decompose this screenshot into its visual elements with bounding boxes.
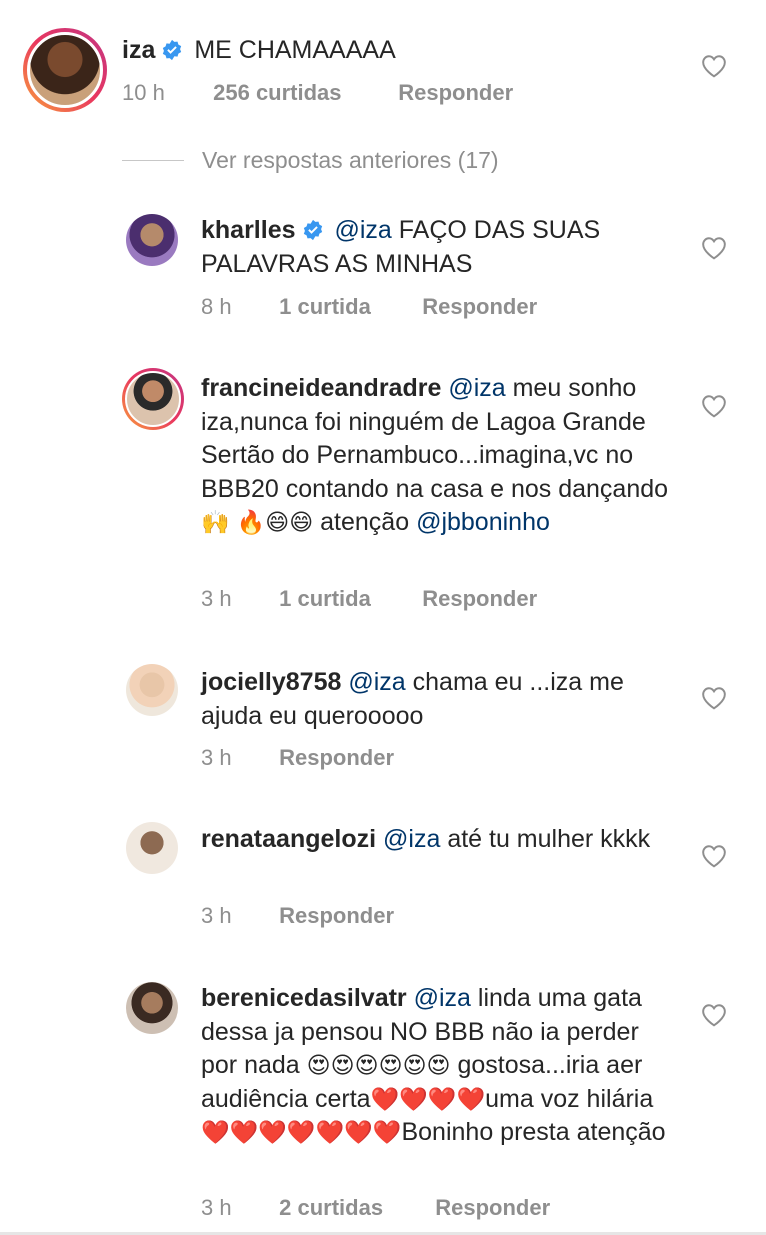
- emoji: ❤️❤️❤️❤️: [370, 1085, 486, 1112]
- comment-meta: 3 h 1 curtida Responder: [201, 586, 537, 612]
- comment-text: atenção: [320, 508, 410, 536]
- reply-button[interactable]: Responder: [422, 586, 537, 612]
- avatar[interactable]: [126, 982, 178, 1034]
- divider: [122, 159, 184, 161]
- comment-meta: 3 h Responder: [201, 903, 394, 929]
- comments-screen: iza ME CHAMAAAAA 10 h 256 curtidas Respo…: [0, 0, 766, 1235]
- username[interactable]: renataangelozi: [201, 825, 376, 853]
- emoji: 🔥😄😄: [236, 509, 314, 535]
- username[interactable]: jocielly8758: [201, 668, 341, 696]
- mention-link[interactable]: @iza: [383, 825, 440, 853]
- emoji: ❤️❤️❤️❤️❤️❤️❤️: [201, 1119, 402, 1145]
- username[interactable]: francineideandradre: [201, 374, 441, 402]
- likes-count[interactable]: 256 curtidas: [213, 80, 392, 106]
- timestamp: 3 h: [201, 903, 232, 928]
- view-previous-label: Ver respostas anteriores (17): [202, 146, 499, 173]
- avatar[interactable]: [126, 664, 178, 716]
- mention-link[interactable]: @jbboninho: [416, 508, 550, 536]
- likes-count[interactable]: 1 curtida: [279, 294, 416, 320]
- emoji: 😍😍😍😍😍😍: [306, 1052, 451, 1078]
- avatar[interactable]: [126, 214, 178, 266]
- mention-link[interactable]: @iza: [334, 216, 391, 244]
- likes-count[interactable]: 2 curtidas: [279, 1195, 429, 1221]
- username[interactable]: berenicedasilvatr: [201, 984, 407, 1012]
- verified-badge-icon: [303, 219, 322, 241]
- heart-outline-icon[interactable]: [701, 1003, 727, 1027]
- timestamp: 3 h: [201, 745, 232, 770]
- comment-text: uma voz hilária: [485, 1084, 654, 1113]
- mention-link[interactable]: @iza: [448, 374, 505, 402]
- timestamp: 3 h: [201, 1195, 232, 1220]
- reply-button[interactable]: Responder: [398, 80, 513, 106]
- comment-text: ME CHAMAAAAA: [194, 36, 396, 64]
- comment-meta: 3 h Responder: [201, 745, 394, 771]
- reply-button[interactable]: Responder: [279, 745, 394, 771]
- mention-link[interactable]: @iza: [348, 668, 405, 696]
- heart-outline-icon[interactable]: [701, 844, 727, 868]
- comment-text: até tu mulher kkkk: [447, 825, 651, 853]
- avatar[interactable]: [23, 28, 107, 112]
- username[interactable]: iza: [122, 36, 155, 64]
- avatar[interactable]: [126, 822, 178, 874]
- reply-button[interactable]: Responder: [279, 903, 394, 929]
- timestamp: 3 h: [201, 586, 232, 611]
- username[interactable]: kharlles: [201, 216, 296, 244]
- emoji: 🙌: [201, 509, 230, 535]
- mention-link[interactable]: @iza: [414, 984, 471, 1012]
- comment-meta: 10 h 256 curtidas Responder: [122, 80, 513, 106]
- timestamp: 10 h: [122, 80, 165, 105]
- verified-badge-icon: [163, 39, 182, 61]
- view-previous-replies[interactable]: Ver respostas anteriores (17): [122, 144, 499, 176]
- comment-text: Boninho presta atenção: [401, 1118, 666, 1146]
- heart-outline-icon[interactable]: [701, 54, 727, 78]
- heart-outline-icon[interactable]: [701, 394, 727, 418]
- heart-outline-icon[interactable]: [701, 686, 727, 710]
- comment-meta: 3 h 2 curtidas Responder: [201, 1195, 550, 1221]
- likes-count[interactable]: 1 curtida: [279, 586, 416, 612]
- timestamp: 8 h: [201, 294, 232, 319]
- avatar[interactable]: [122, 368, 184, 430]
- reply-button[interactable]: Responder: [422, 294, 537, 320]
- comment-meta: 8 h 1 curtida Responder: [201, 294, 537, 320]
- reply-button[interactable]: Responder: [435, 1195, 550, 1221]
- heart-outline-icon[interactable]: [701, 236, 727, 260]
